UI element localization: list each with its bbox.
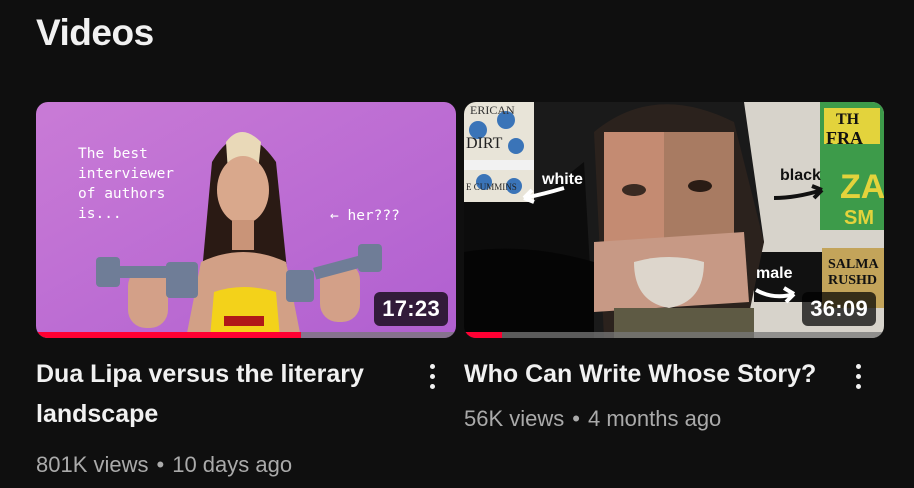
book-text: DIRT (466, 135, 503, 152)
video-title[interactable]: Who Can Write Whose Story? (464, 354, 884, 394)
view-count: 56K views (464, 406, 565, 431)
video-thumbnail[interactable]: The best interviewer of authors is... ← … (36, 102, 456, 338)
watch-progress-bar (36, 332, 456, 338)
book-text: SALMA (828, 257, 879, 272)
upload-age: 4 months ago (587, 406, 722, 431)
upload-age: 10 days ago (172, 452, 293, 477)
book-text: ERICAN (470, 103, 515, 117)
section-title: Videos (36, 12, 154, 53)
duration-badge: 36:09 (802, 292, 876, 326)
book-text: FRA (826, 128, 863, 148)
book-text: SM (844, 207, 874, 229)
book-text: ZA (840, 168, 884, 206)
view-count: 801K views (36, 452, 149, 477)
watch-progress-fill (36, 332, 301, 338)
watch-progress-fill (464, 332, 502, 338)
video-card[interactable]: The best interviewer of authors is... ← … (36, 102, 456, 480)
more-vert-icon[interactable] (420, 356, 444, 396)
thumbnail-pointer-caption: ← her??? (330, 208, 400, 224)
video-stats: 56K views • 4 months ago (464, 406, 722, 431)
thumbnail-caption: The best interviewer of authors is... (78, 146, 175, 222)
watch-progress-bar (464, 332, 884, 338)
video-card[interactable]: ERICAN DIRT E CUMMINS TH FRA ZA SM SALMA… (464, 102, 884, 434)
more-vert-icon[interactable] (846, 356, 870, 396)
book-text: RUSHD (828, 273, 877, 288)
duration-badge: 17:23 (374, 292, 448, 326)
thumbnail-label: male (756, 265, 793, 282)
book-text: E CUMMINS (466, 182, 517, 192)
thumbnail-label: black (780, 167, 821, 184)
thumbnail-label: white (541, 171, 583, 188)
video-stats: 801K views • 10 days ago (36, 452, 293, 477)
book-text: TH (836, 111, 860, 128)
video-thumbnail[interactable]: ERICAN DIRT E CUMMINS TH FRA ZA SM SALMA… (464, 102, 884, 338)
video-title[interactable]: Dua Lipa versus the literary landscape (36, 354, 436, 434)
